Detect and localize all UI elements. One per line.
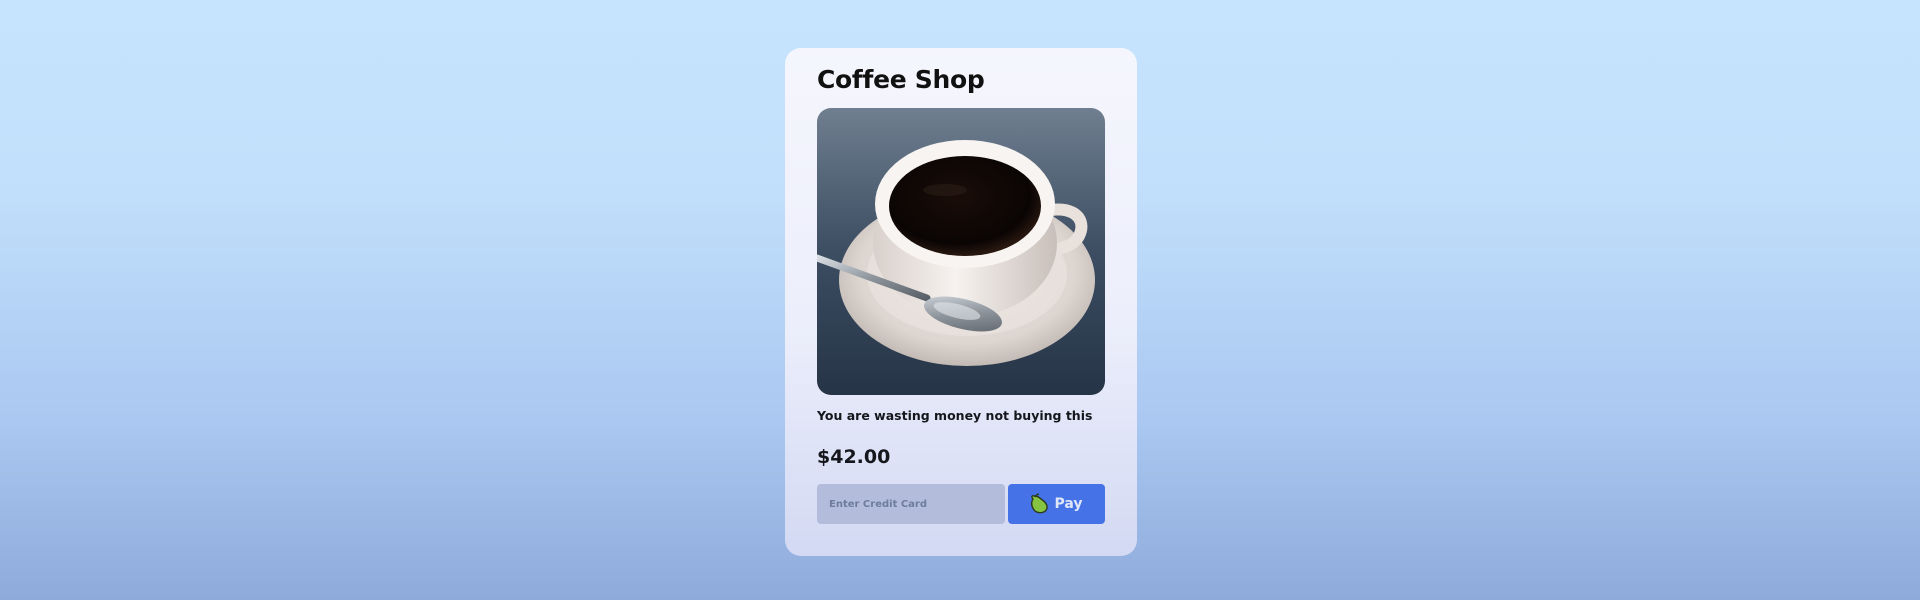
page-title: Coffee Shop xyxy=(817,65,985,94)
pear-icon xyxy=(1030,493,1050,515)
product-price: $42.00 xyxy=(817,446,891,468)
product-card: Coffee Shop You are wasting money not bu… xyxy=(785,48,1137,556)
pay-button[interactable]: Pay xyxy=(1008,484,1105,524)
pay-button-label: Pay xyxy=(1054,496,1083,512)
credit-card-input[interactable] xyxy=(817,484,1005,524)
product-image xyxy=(817,108,1105,395)
product-description: You are wasting money not buying this xyxy=(817,408,1093,423)
coffee-cup-illustration xyxy=(817,108,1105,395)
